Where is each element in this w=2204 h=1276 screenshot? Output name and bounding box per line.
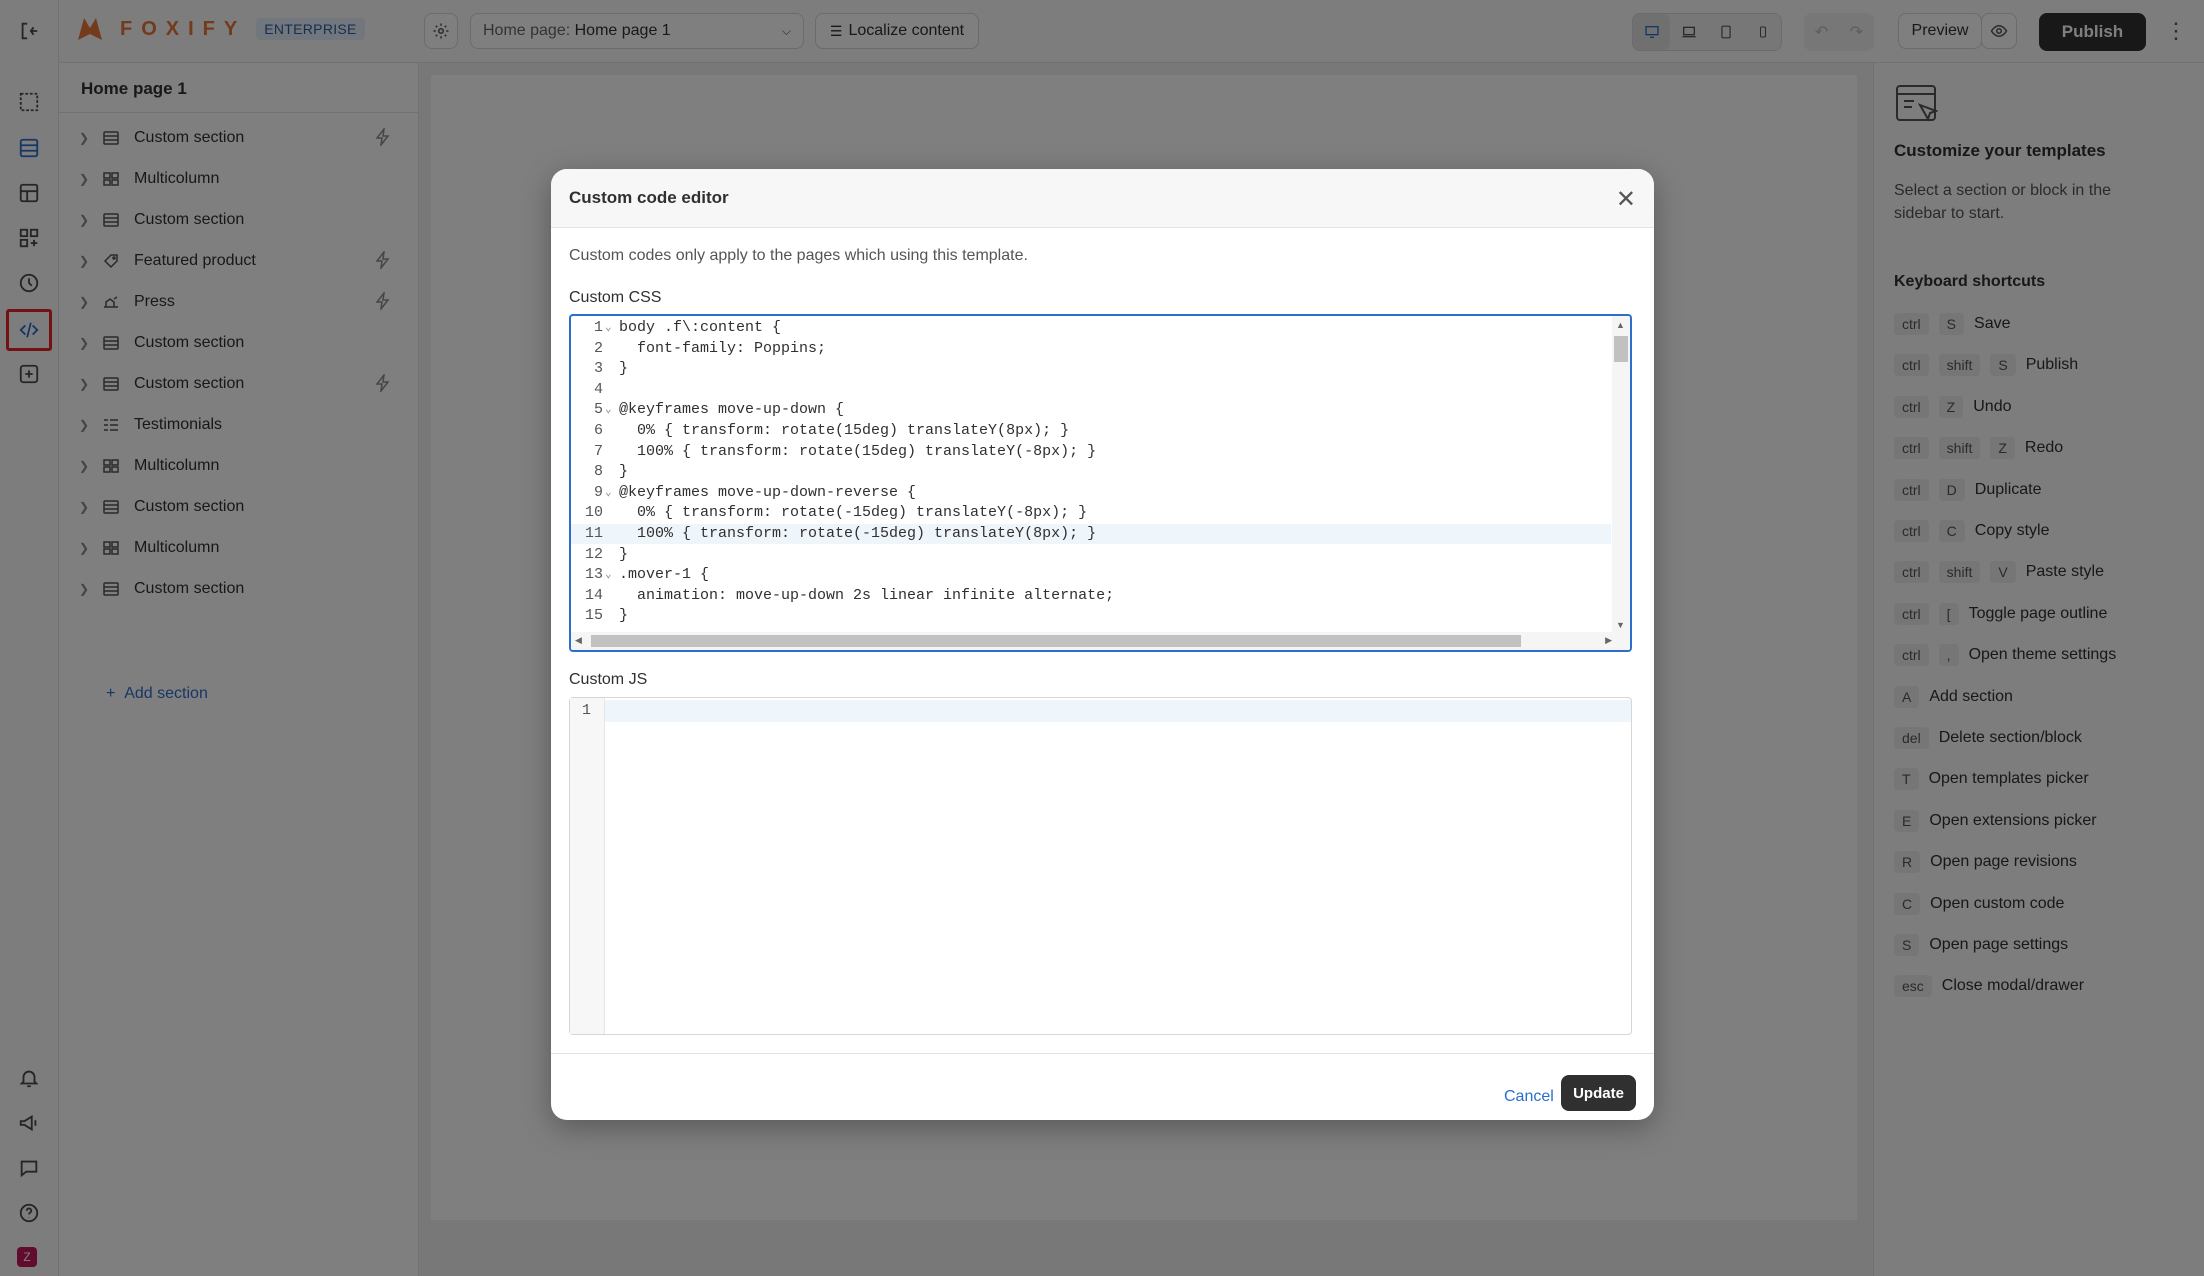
fold-chevron-icon[interactable]: ⌄ <box>605 318 612 338</box>
scroll-left-icon[interactable]: ◀ <box>575 635 582 646</box>
line-number: 2 <box>593 339 603 357</box>
code-text: animation: move-up-down 2s linear infini… <box>619 586 1115 604</box>
css-code-line: 15} <box>571 606 1611 626</box>
vertical-scrollbar[interactable]: ▲ ▼ <box>1612 316 1630 634</box>
line-number: 8 <box>593 463 603 481</box>
css-code-line: 10 0% { transform: rotate(-15deg) transl… <box>571 503 1611 523</box>
css-code-line: 6 0% { transform: rotate(15deg) translat… <box>571 421 1611 441</box>
custom-js-editor[interactable]: 1 <box>569 697 1632 1035</box>
custom-css-label: Custom CSS <box>569 289 662 306</box>
code-text: } <box>619 607 629 625</box>
fold-chevron-icon[interactable]: ⌄ <box>605 400 612 420</box>
line-number: 4 <box>593 380 603 398</box>
code-text: .mover-1 { <box>619 566 710 584</box>
css-code-line: 2 font-family: Poppins; <box>571 339 1611 359</box>
horizontal-scroll-thumb[interactable] <box>591 635 1521 647</box>
code-text: @keyframes move-up-down { <box>619 401 845 419</box>
code-text: 100% { transform: rotate(15deg) translat… <box>619 442 1097 460</box>
css-code-line: 8} <box>571 462 1611 482</box>
code-text: 0% { transform: rotate(-15deg) translate… <box>619 504 1088 522</box>
css-code-line: 7 100% { transform: rotate(15deg) transl… <box>571 442 1611 462</box>
close-icon[interactable]: ✕ <box>1616 185 1636 214</box>
css-code-line: 5 ⌄ @keyframes move-up-down { <box>571 400 1611 420</box>
modal-footer <box>551 1053 1654 1120</box>
js-line-number: 1 <box>582 702 592 719</box>
line-number: 3 <box>593 360 603 378</box>
css-code-line: 9 ⌄ @keyframes move-up-down-reverse { <box>571 483 1611 503</box>
cancel-button[interactable]: Cancel <box>1504 1088 1554 1106</box>
line-number: 9 <box>593 483 603 501</box>
code-text: } <box>619 463 629 481</box>
line-number: 10 <box>584 504 603 522</box>
scroll-down-icon[interactable]: ▼ <box>1616 620 1625 630</box>
fold-chevron-icon[interactable]: ⌄ <box>605 483 612 503</box>
css-code-line: 4 <box>571 380 1611 400</box>
code-text: } <box>619 545 629 563</box>
line-number: 12 <box>584 545 603 563</box>
css-code-line: 1 ⌄ body .f\:content { <box>571 318 1611 338</box>
css-code-line: 11 100% { transform: rotate(-15deg) tran… <box>571 524 1611 544</box>
fold-chevron-icon[interactable]: ⌄ <box>605 565 612 585</box>
code-text: } <box>619 360 629 378</box>
custom-js-label: Custom JS <box>569 671 648 688</box>
vertical-scroll-thumb[interactable] <box>1614 336 1628 362</box>
line-number: 5 <box>593 401 603 419</box>
horizontal-scrollbar[interactable]: ◀ ▶ <box>571 632 1630 650</box>
css-code-line: 12} <box>571 545 1611 565</box>
custom-css-editor[interactable]: 1 ⌄ body .f\:content {2 font-family: Poppi… <box>569 314 1632 652</box>
line-number: 14 <box>584 586 603 604</box>
js-current-line <box>605 700 1631 722</box>
scroll-right-icon[interactable]: ▶ <box>1605 635 1612 646</box>
code-text: 0% { transform: rotate(15deg) translateY… <box>619 422 1070 439</box>
code-text: body .f\:content { <box>619 319 782 336</box>
line-number: 1 <box>593 319 603 336</box>
line-number: 6 <box>593 422 603 439</box>
modal-title: Custom code editor <box>551 169 1654 228</box>
js-gutter <box>570 698 605 1034</box>
code-text: @keyframes move-up-down-reverse { <box>619 483 917 501</box>
custom-code-modal: Custom code editor ✕ Custom codes only a… <box>551 169 1654 1120</box>
code-text: font-family: Poppins; <box>619 339 827 357</box>
code-text: 100% { transform: rotate(-15deg) transla… <box>619 525 1097 542</box>
line-number: 7 <box>593 442 603 460</box>
line-number: 11 <box>584 525 603 542</box>
css-code-line: 13 ⌄ .mover-1 { <box>571 565 1611 585</box>
modal-note: Custom codes only apply to the pages whi… <box>569 247 1028 264</box>
css-code-line: 3} <box>571 359 1611 379</box>
update-button[interactable]: Update <box>1561 1075 1636 1111</box>
scroll-up-icon[interactable]: ▲ <box>1616 320 1625 330</box>
css-code-line: 14 animation: move-up-down 2s linear inf… <box>571 586 1611 606</box>
line-number: 13 <box>584 566 603 584</box>
line-number: 15 <box>584 607 603 625</box>
